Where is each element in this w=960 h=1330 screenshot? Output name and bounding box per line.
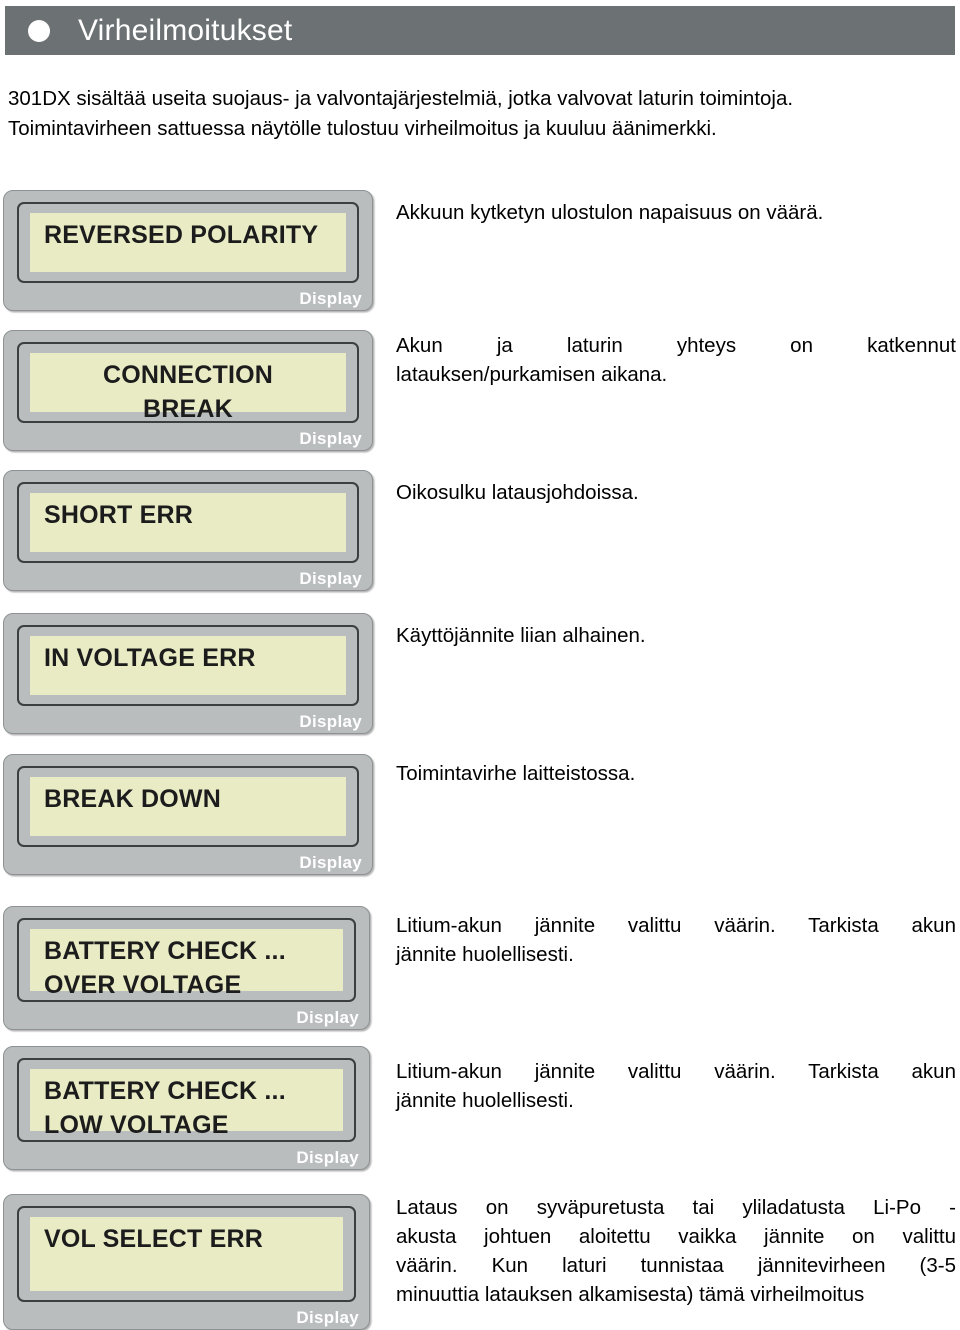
intro-paragraph: 301DX sisältää useita suojaus- ja valvon…: [8, 84, 952, 144]
display-bezel: REVERSED POLARITY: [17, 202, 359, 283]
lcd-text-line: SHORT ERR: [44, 501, 194, 529]
display-caption: Display: [296, 1148, 359, 1167]
description-line: väärin. Kun laturi tunnistaa jännitevirh…: [396, 1254, 956, 1277]
lcd-screen: VOL SELECT ERR: [30, 1217, 343, 1291]
description-battery-check-low-voltage: Litium-akun jännite valittu väärin. Tark…: [396, 1057, 956, 1115]
intro-line-1: 301DX sisältää useita suojaus- ja valvon…: [8, 87, 794, 110]
description-line: Toimintavirhe laitteistossa.: [396, 762, 636, 785]
display-panel-in-voltage-err: IN VOLTAGE ERR Display: [3, 613, 373, 734]
lcd-text-line: BREAK DOWN: [44, 785, 221, 813]
description-break-down: Toimintavirhe laitteistossa.: [396, 759, 956, 788]
display-caption: Display: [299, 853, 362, 872]
display-panel-connection-break: CONNECTION BREAK Display: [3, 330, 373, 451]
lcd-text-line: LOW VOLTAGE: [44, 1111, 229, 1139]
lcd-screen: BATTERY CHECK ... LOW VOLTAGE: [30, 1069, 343, 1139]
lcd-text-line: REVERSED POLARITY: [44, 221, 319, 249]
lcd-text-line: CONNECTION: [102, 361, 274, 389]
description-line: Käyttöjännite liian alhainen.: [396, 624, 646, 647]
display-bezel: CONNECTION BREAK: [17, 342, 359, 423]
description-reversed-polarity: Akkuun kytketyn ulostulon napaisuus on v…: [396, 198, 956, 227]
lcd-text-line: BREAK: [143, 395, 233, 423]
display-panel-vol-select-err: VOL SELECT ERR Display: [3, 1194, 370, 1330]
description-line: akusta johtuen aloitettu vaikka jännite …: [396, 1225, 956, 1248]
description-line: Litium-akun jännite valittu väärin. Tark…: [396, 914, 956, 937]
lcd-screen: BREAK DOWN: [30, 777, 346, 836]
lcd-screen: BATTERY CHECK ... OVER VOLTAGE: [30, 929, 343, 999]
display-caption: Display: [299, 569, 362, 588]
intro-line-2: Toimintavirheen sattuessa näytölle tulos…: [8, 117, 717, 140]
display-caption: Display: [296, 1308, 359, 1327]
lcd-screen: REVERSED POLARITY: [30, 213, 346, 272]
display-caption: Display: [299, 289, 362, 308]
description-line: Litium-akun jännite valittu väärin. Tark…: [396, 1060, 956, 1083]
description-vol-select-err: Lataus on syväpuretusta tai yliladatusta…: [396, 1193, 956, 1309]
lcd-screen: CONNECTION BREAK: [30, 353, 346, 423]
page-header: Virheilmoitukset: [5, 6, 955, 55]
description-battery-check-over-voltage: Litium-akun jännite valittu väärin. Tark…: [396, 911, 956, 969]
description-line: latauksen/purkamisen aikana.: [396, 363, 668, 386]
display-caption: Display: [296, 1008, 359, 1027]
lcd-screen: SHORT ERR: [30, 493, 346, 552]
lcd-text-line: BATTERY CHECK ...: [44, 1077, 286, 1105]
description-line: minuuttia latauksen alkamisesta) tämä vi…: [396, 1283, 865, 1306]
display-bezel: IN VOLTAGE ERR: [17, 625, 359, 706]
display-caption: Display: [299, 712, 362, 731]
lcd-screen: IN VOLTAGE ERR: [30, 636, 346, 695]
display-caption: Display: [299, 429, 362, 448]
display-bezel: BREAK DOWN: [17, 766, 359, 847]
lcd-text-line: OVER VOLTAGE: [44, 971, 242, 999]
description-line: Oikosulku latausjohdoissa.: [396, 481, 639, 504]
lcd-text-line: BATTERY CHECK ...: [44, 937, 286, 965]
display-panel-reversed-polarity: REVERSED POLARITY Display: [3, 190, 373, 311]
description-connection-break: Akun ja laturin yhteys on katkennut latau…: [396, 331, 956, 389]
description-line: jännite huolellisesti.: [396, 1089, 574, 1112]
display-panel-short-err: SHORT ERR Display: [3, 470, 373, 591]
lcd-text-line: VOL SELECT ERR: [44, 1225, 264, 1253]
display-panel-battery-check-low-voltage: BATTERY CHECK ... LOW VOLTAGE Display: [3, 1046, 370, 1170]
description-line: Akun ja laturin yhteys on katkennut: [396, 334, 956, 357]
display-panel-battery-check-over-voltage: BATTERY CHECK ... OVER VOLTAGE Display: [3, 906, 370, 1030]
lcd-text-line: IN VOLTAGE ERR: [44, 644, 256, 672]
description-line: Lataus on syväpuretusta tai yliladatusta…: [396, 1196, 956, 1219]
display-panel-break-down: BREAK DOWN Display: [3, 754, 373, 875]
description-line: Akkuun kytketyn ulostulon napaisuus on v…: [396, 201, 824, 224]
description-in-voltage-err: Käyttöjännite liian alhainen.: [396, 621, 956, 650]
description-short-err: Oikosulku latausjohdoissa.: [396, 478, 956, 507]
display-bezel: BATTERY CHECK ... OVER VOLTAGE: [17, 918, 356, 1002]
description-line: jännite huolellisesti.: [396, 943, 574, 966]
display-bezel: SHORT ERR: [17, 482, 359, 563]
display-bezel: VOL SELECT ERR: [17, 1206, 356, 1302]
page-title: Virheilmoitukset: [78, 13, 293, 47]
display-bezel: BATTERY CHECK ... LOW VOLTAGE: [17, 1058, 356, 1142]
filled-circle-icon: [28, 19, 50, 42]
